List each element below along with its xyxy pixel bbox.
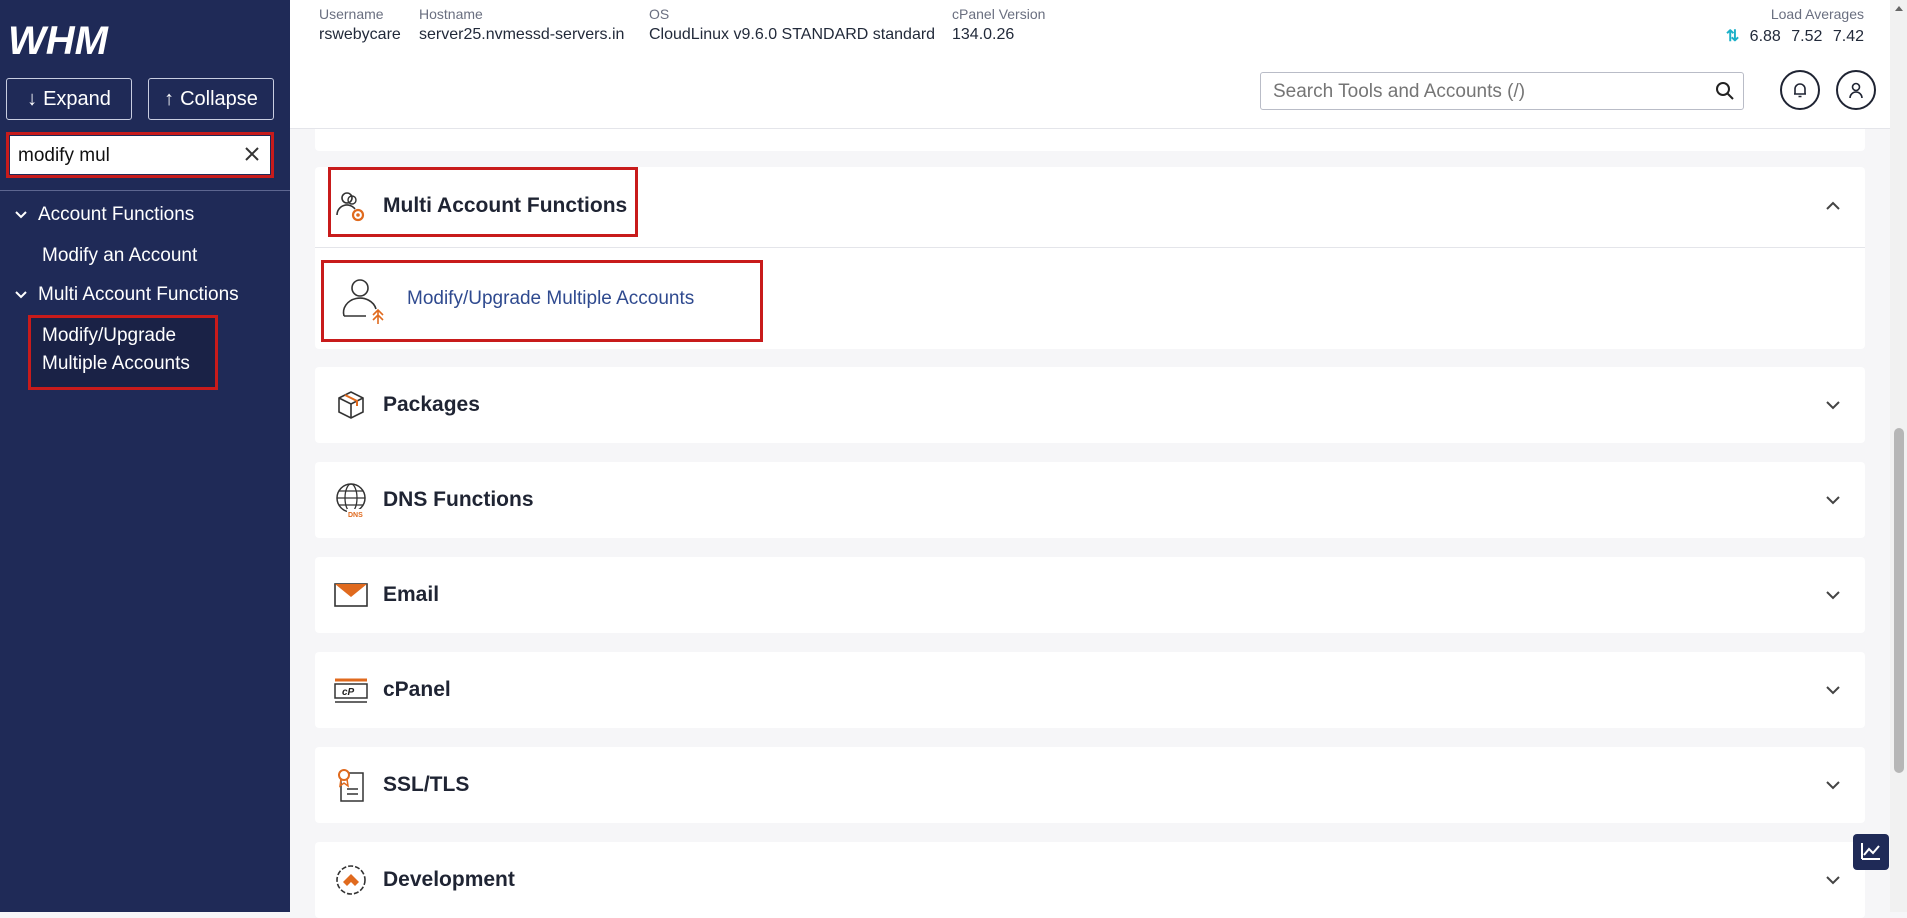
user-menu-button[interactable]: [1836, 70, 1876, 110]
certificate-icon: [338, 769, 364, 802]
scroll-up-arrow-icon[interactable]: [1894, 4, 1904, 12]
tools-search-input[interactable]: [1271, 77, 1695, 107]
section-title: Development: [383, 868, 515, 891]
chevron-up-icon[interactable]: [1823, 196, 1843, 216]
os-info: OS CloudLinux v9.6.0 STANDARD standard: [649, 6, 935, 44]
username-info: Username rswebycare: [319, 6, 401, 44]
load-5: 7.52: [1791, 28, 1823, 45]
notifications-button[interactable]: [1780, 70, 1820, 110]
arrow-down-icon: ↓: [27, 87, 38, 110]
server-info-bar: Username rswebycare Hostname server25.nv…: [290, 0, 1890, 55]
expand-label: Expand: [43, 87, 111, 110]
page-scrollbar[interactable]: [1890, 0, 1907, 912]
modify-upgrade-accounts-icon: [342, 279, 384, 324]
previous-section-card: [315, 129, 1865, 151]
chevron-down-icon[interactable]: [1823, 395, 1843, 415]
tool-link-modify-upgrade-multiple-accounts[interactable]: Modify/Upgrade Multiple Accounts: [407, 288, 694, 310]
search-icon[interactable]: [1715, 81, 1735, 101]
section-title: cPanel: [383, 678, 451, 701]
load-arrows-icon: ⇅: [1725, 28, 1740, 45]
sidebar-item-label-line1: Modify/Upgrade: [42, 325, 177, 346]
svg-text:DNS: DNS: [348, 512, 363, 518]
load-averages-values: ⇅ 6.88 7.52 7.42: [1726, 26, 1864, 46]
section-tools: Modify/Upgrade Multiple Accounts: [315, 248, 1865, 349]
user-icon: [1849, 82, 1863, 99]
development-icon: [336, 865, 366, 895]
section-title: SSL/TLS: [383, 773, 470, 796]
section-ssl-tls[interactable]: SSL/TLS: [315, 747, 1865, 823]
username-value: rswebycare: [319, 26, 401, 43]
analytics-button[interactable]: [1853, 834, 1889, 870]
section-dns-functions[interactable]: DNS DNS Functions: [315, 462, 1865, 538]
chevron-down-icon[interactable]: [1823, 775, 1843, 795]
expand-button[interactable]: ↓ Expand: [6, 78, 132, 120]
sidebar-search-box: [6, 132, 274, 178]
os-value: CloudLinux v9.6.0 STANDARD standard: [649, 26, 936, 43]
section-packages[interactable]: Packages: [315, 367, 1865, 443]
highlight-box-section-title: [328, 167, 638, 237]
hostname-value: server25.nvmessd-servers.in: [419, 26, 625, 43]
username-label: Username: [319, 6, 384, 22]
svg-text:cP: cP: [342, 687, 355, 698]
tools-search-box: [1260, 72, 1744, 110]
chevron-down-icon: [15, 211, 27, 219]
top-search-bar: [290, 54, 1890, 129]
whm-logo[interactable]: WHM: [6, 14, 136, 64]
collapse-label: Collapse: [180, 87, 258, 110]
sidebar-divider: [0, 190, 290, 191]
chevron-down-icon[interactable]: [1823, 870, 1843, 890]
load-1: 6.88: [1749, 28, 1781, 45]
trend-chart-icon: [1861, 843, 1880, 860]
sidebar-search-input[interactable]: [16, 140, 240, 172]
sidebar: WHM ↓ Expand ↑ Collapse Account Function…: [0, 0, 290, 912]
load-averages: Load Averages ⇅ 6.88 7.52 7.42: [1726, 6, 1864, 46]
cpanel-version-info: cPanel Version 134.0.26: [952, 6, 1045, 44]
bell-icon: [1794, 83, 1806, 98]
svg-text:WHM: WHM: [8, 19, 110, 63]
chevron-down-icon[interactable]: [1823, 490, 1843, 510]
section-title: Packages: [383, 393, 480, 416]
scrollbar-thumb[interactable]: [1894, 428, 1904, 773]
section-cpanel[interactable]: cP cPanel: [315, 652, 1865, 728]
load-averages-label: Load Averages: [1770, 6, 1864, 22]
hostname-label: Hostname: [419, 6, 483, 22]
package-icon: [338, 391, 364, 419]
dns-globe-icon: DNS: [336, 483, 367, 518]
load-15: 7.42: [1832, 28, 1864, 45]
arrow-up-icon: ↑: [164, 87, 175, 110]
section-development[interactable]: Development: [315, 842, 1865, 918]
sidebar-category-label: Account Functions: [38, 204, 195, 225]
collapse-button[interactable]: ↑ Collapse: [148, 78, 274, 120]
sidebar-item-modify-upgrade-multiple-accounts[interactable]: Modify/Upgrade Multiple Accounts: [42, 322, 190, 378]
os-label: OS: [649, 6, 670, 22]
chevron-down-icon: [15, 291, 27, 299]
sidebar-item-label-line2: Multiple Accounts: [42, 353, 190, 374]
cpanel-version-value: 134.0.26: [952, 26, 1015, 43]
chevron-down-icon[interactable]: [1823, 585, 1843, 605]
envelope-icon: [334, 583, 368, 607]
cpanel-icon: cP: [334, 678, 368, 703]
sidebar-category-multi-account-functions[interactable]: Multi Account Functions: [14, 284, 239, 306]
sidebar-item-modify-account[interactable]: Modify an Account: [42, 242, 197, 270]
section-email[interactable]: Email: [315, 557, 1865, 633]
clear-search-icon[interactable]: [240, 142, 264, 166]
sidebar-category-account-functions[interactable]: Account Functions: [14, 204, 194, 226]
cpanel-version-label: cPanel Version: [952, 6, 1046, 22]
hostname-info: Hostname server25.nvmessd-servers.in: [419, 6, 624, 44]
chevron-down-icon[interactable]: [1823, 680, 1843, 700]
section-multi-account-functions: Multi Account Functions Modify/Upgrade M…: [315, 167, 1865, 349]
section-title: Email: [383, 583, 440, 606]
sidebar-category-label: Multi Account Functions: [38, 284, 239, 305]
section-title: DNS Functions: [383, 488, 534, 511]
